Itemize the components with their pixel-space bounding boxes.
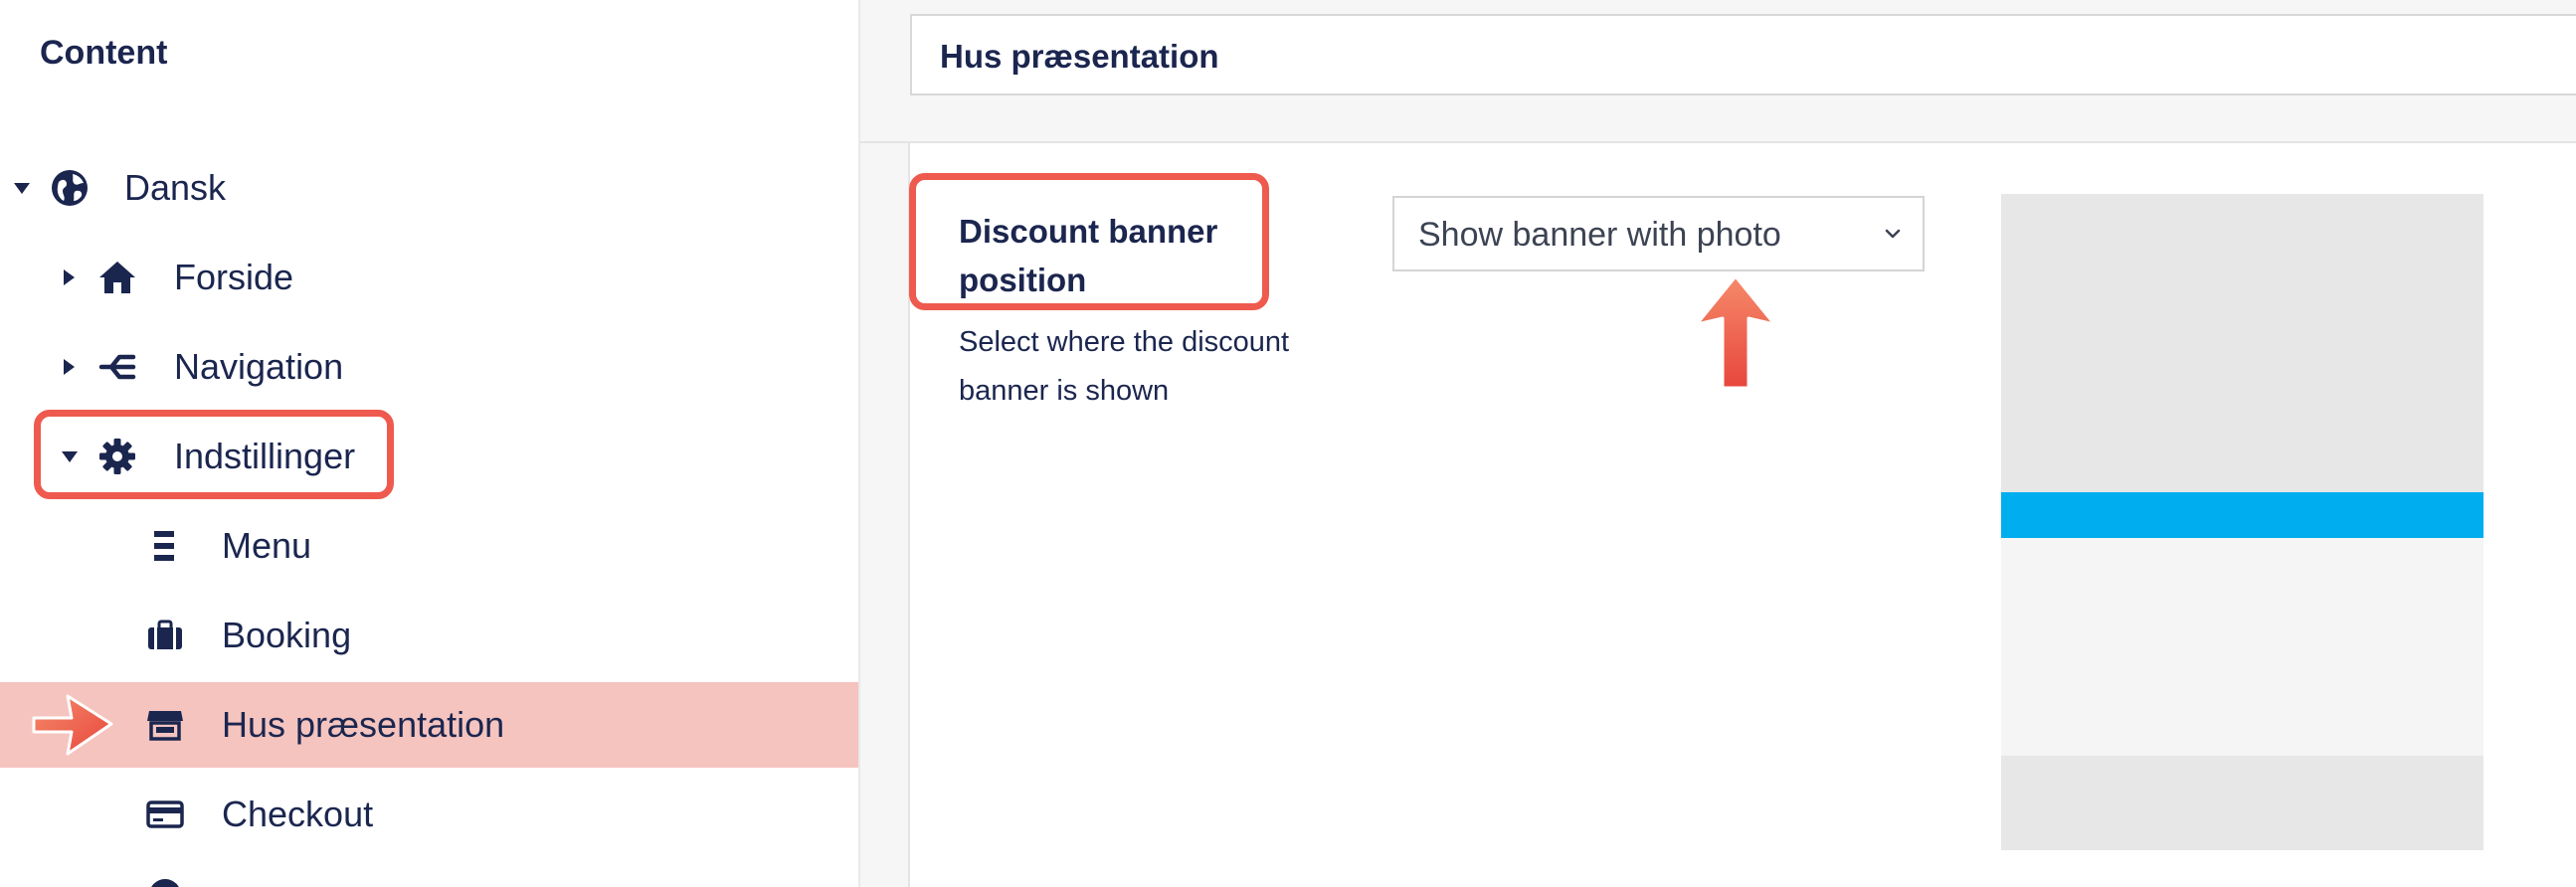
sidebar-title: Content [40, 34, 168, 72]
partial-item-icon [145, 875, 185, 887]
home-icon [97, 258, 137, 297]
tree-item-label: Navigation [174, 346, 344, 387]
tree-item-label: Hus præsentation [222, 704, 505, 745]
store-icon [145, 705, 185, 745]
tree-item-menu[interactable]: Menu [0, 503, 858, 589]
tree-item-dansk[interactable]: Dansk [0, 145, 858, 231]
tree-item-hus-praesentation[interactable]: Hus præsentation [0, 682, 858, 768]
chevron-down-icon [1885, 229, 1901, 239]
preview-discount-banner [2001, 492, 2484, 538]
tree-item-checkout[interactable]: Checkout [0, 772, 858, 857]
tree-item-booking[interactable]: Booking [0, 593, 858, 678]
content-sidebar: Content Dansk Forside Navigation Indstil… [0, 0, 860, 887]
tree-item-label: Forside [174, 257, 294, 297]
property-description: Select where the discount banner is show… [959, 326, 1290, 407]
tree-item-label: Checkout [222, 794, 374, 834]
caret-down-icon[interactable] [14, 183, 30, 194]
tree-item-forside[interactable]: Forside [0, 235, 858, 320]
caret-right-icon[interactable] [64, 359, 75, 375]
node-name-header[interactable]: Hus præsentation [910, 14, 2576, 95]
highlight-box-property-label [909, 173, 1269, 310]
caret-right-icon[interactable] [64, 269, 75, 285]
pointer-arrow-up-icon [1695, 274, 1776, 390]
sitemap-icon [97, 347, 137, 387]
banner-preview-image [2001, 194, 2484, 850]
briefcase-icon [145, 616, 185, 655]
pointer-arrow-right-icon [32, 694, 113, 756]
banner-position-select[interactable]: Show banner with photo [1392, 196, 1925, 271]
globe-icon [50, 168, 90, 208]
menu-bars-icon [145, 526, 185, 566]
tree-item-label: Menu [222, 525, 312, 566]
highlight-box-indstillinger [34, 410, 394, 499]
select-value: Show banner with photo [1418, 216, 1781, 254]
tree-item-label: Dansk [124, 167, 227, 208]
page-title[interactable]: Hus præsentation [940, 38, 1219, 76]
tree-item-navigation[interactable]: Navigation [0, 324, 858, 410]
tree-item-label: Booking [222, 615, 352, 655]
credit-card-icon [145, 795, 185, 834]
